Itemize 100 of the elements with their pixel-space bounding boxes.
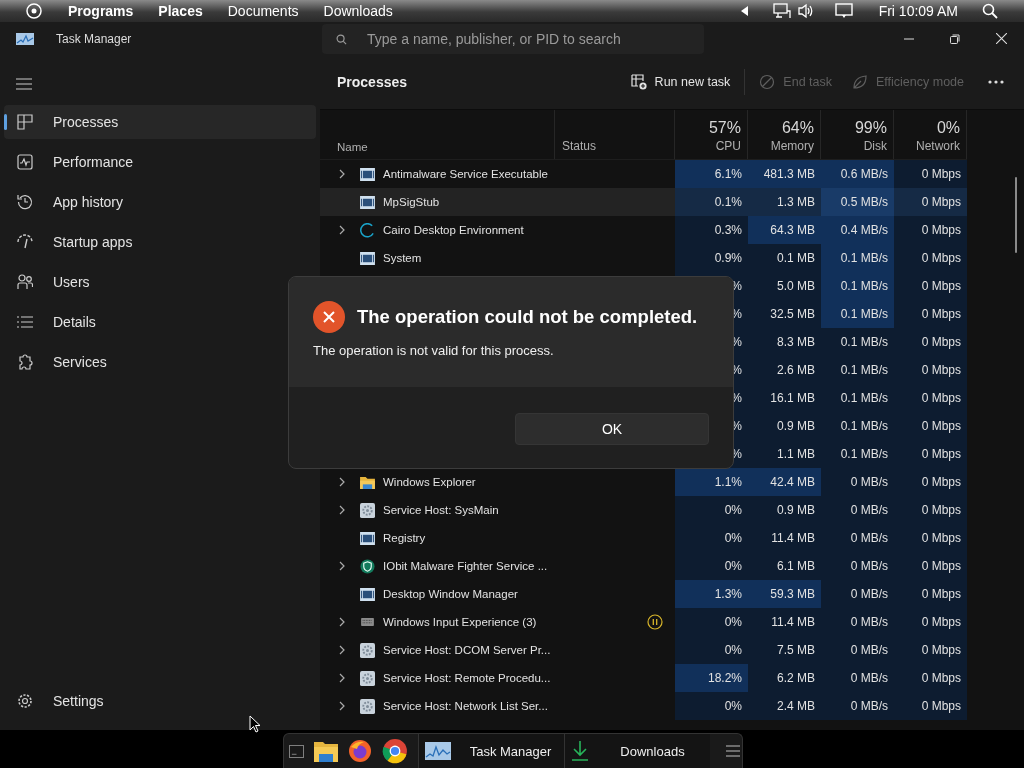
column-label: Status: [562, 139, 598, 153]
usage-value: 0.9 MB: [777, 503, 815, 517]
usage-value: 0 MB/s: [850, 503, 888, 517]
usage-value: 16.1 MB: [770, 391, 815, 405]
usage-value: 0 Mbps: [921, 167, 961, 181]
usage-value: 0 Mbps: [921, 251, 961, 265]
usage-value: 0 MB/s: [850, 587, 888, 601]
usage-value: 1.3 MB: [777, 195, 815, 209]
column-label: Memory: [770, 139, 814, 153]
usage-value: 0 Mbps: [921, 531, 961, 545]
usage-value: 0 Mbps: [921, 699, 961, 713]
column-total: 0%: [936, 119, 960, 137]
usage-value: 0 MB/s: [850, 475, 888, 489]
usage-value: 5.0 MB: [777, 279, 815, 293]
usage-value: 0%: [724, 615, 742, 629]
usage-value: 2.6 MB: [777, 363, 815, 377]
usage-value: 0 Mbps: [921, 447, 961, 461]
usage-value: 0 Mbps: [921, 587, 961, 601]
process-name: Windows Explorer: [383, 476, 476, 488]
nav-label: Startup apps: [53, 234, 133, 250]
usage-value: 18.2%: [707, 671, 742, 685]
usage-value: 0.9%: [714, 251, 742, 265]
column-total: 99%: [854, 119, 887, 137]
usage-value: 64.3 MB: [770, 223, 815, 237]
usage-value: 0 MB/s: [850, 559, 888, 573]
column-label: CPU: [715, 139, 741, 153]
usage-value: 1.1%: [714, 475, 742, 489]
process-name: IObit Malware Fighter Service ...: [383, 560, 548, 572]
usage-value: 0.1 MB/s: [840, 363, 888, 377]
nav-label: Processes: [53, 114, 119, 130]
usage-value: 0 Mbps: [921, 475, 961, 489]
usage-value: 32.5 MB: [770, 307, 815, 321]
usage-value: 0.1 MB/s: [840, 335, 888, 349]
usage-value: 2.4 MB: [777, 699, 815, 713]
usage-value: 0 Mbps: [921, 195, 961, 209]
usage-value: 0.1 MB/s: [840, 447, 888, 461]
usage-value: 0.1 MB: [777, 251, 815, 265]
usage-value: 6.1%: [714, 167, 742, 181]
usage-value: 0.1 MB/s: [840, 251, 888, 265]
usage-value: 0.1 MB/s: [840, 279, 888, 293]
usage-value: 7.5 MB: [777, 643, 815, 657]
usage-value: 0.5 MB/s: [840, 195, 888, 209]
process-name: System: [383, 252, 422, 264]
usage-value: 0.1 MB/s: [840, 307, 888, 321]
usage-value: 59.3 MB: [770, 587, 815, 601]
usage-value: 0 Mbps: [921, 363, 961, 377]
dialog-title: The operation could not be completed.: [357, 306, 698, 328]
process-name: Registry: [383, 532, 426, 544]
usage-value: 0.1 MB/s: [840, 419, 888, 433]
usage-value: 0 Mbps: [921, 223, 961, 237]
process-name: MpSigStub: [383, 196, 440, 208]
usage-value: 6.1 MB: [777, 559, 815, 573]
process-name: Service Host: DCOM Server Pr...: [383, 644, 551, 656]
page-title: Processes: [337, 74, 408, 90]
nav-label: Users: [53, 274, 90, 290]
usage-value: 0.1 MB/s: [840, 391, 888, 405]
usage-value: 0 MB/s: [850, 615, 888, 629]
usage-value: 0 MB/s: [850, 671, 888, 685]
nav-label: Services: [53, 354, 107, 370]
usage-value: 0 MB/s: [850, 699, 888, 713]
usage-value: 6.2 MB: [777, 671, 815, 685]
usage-value: 0.4 MB/s: [840, 223, 888, 237]
usage-value: 0 Mbps: [921, 419, 961, 433]
window-title: Task Manager: [56, 31, 132, 46]
process-name: Desktop Window Manager: [383, 588, 518, 600]
usage-value: 0 Mbps: [921, 391, 961, 405]
nav-label: Details: [53, 314, 96, 330]
usage-value: 8.3 MB: [777, 335, 815, 349]
usage-value: 0 Mbps: [921, 279, 961, 293]
nav-label: App history: [53, 194, 124, 210]
process-name: Service Host: Network List Ser...: [383, 700, 548, 712]
usage-value: 0 Mbps: [921, 615, 961, 629]
usage-value: 0.9 MB: [777, 419, 815, 433]
usage-value: 0%: [724, 531, 742, 545]
nav-label: Performance: [53, 154, 134, 170]
column-label: Disk: [863, 139, 887, 153]
usage-value: 0%: [724, 559, 742, 573]
usage-value: 481.3 MB: [763, 167, 815, 181]
usage-value: 0 MB/s: [850, 531, 888, 545]
usage-value: 0 Mbps: [921, 559, 961, 573]
usage-value: 0.3%: [714, 223, 742, 237]
column-total: 64%: [781, 119, 814, 137]
usage-value: 0 MB/s: [850, 643, 888, 657]
usage-value: 0 Mbps: [921, 307, 961, 321]
usage-value: 0 Mbps: [921, 643, 961, 657]
usage-value: 0%: [724, 699, 742, 713]
column-total: 57%: [708, 119, 741, 137]
column-label: Network: [916, 139, 960, 153]
usage-value: 0 Mbps: [921, 671, 961, 685]
process-name: Cairo Desktop Environment: [383, 224, 524, 236]
process-name: Windows Input Experience (3): [383, 616, 537, 628]
process-name: Antimalware Service Executable: [383, 168, 548, 180]
usage-value: 0 Mbps: [921, 335, 961, 349]
nav-label: Settings: [53, 693, 104, 709]
usage-value: 0%: [724, 503, 742, 517]
usage-value: 1.3%: [714, 587, 742, 601]
process-name: Service Host: Remote Procedu...: [383, 672, 551, 684]
usage-value: 0.6 MB/s: [840, 167, 888, 181]
usage-value: 0.1%: [714, 195, 742, 209]
usage-value: 11.4 MB: [771, 531, 815, 545]
